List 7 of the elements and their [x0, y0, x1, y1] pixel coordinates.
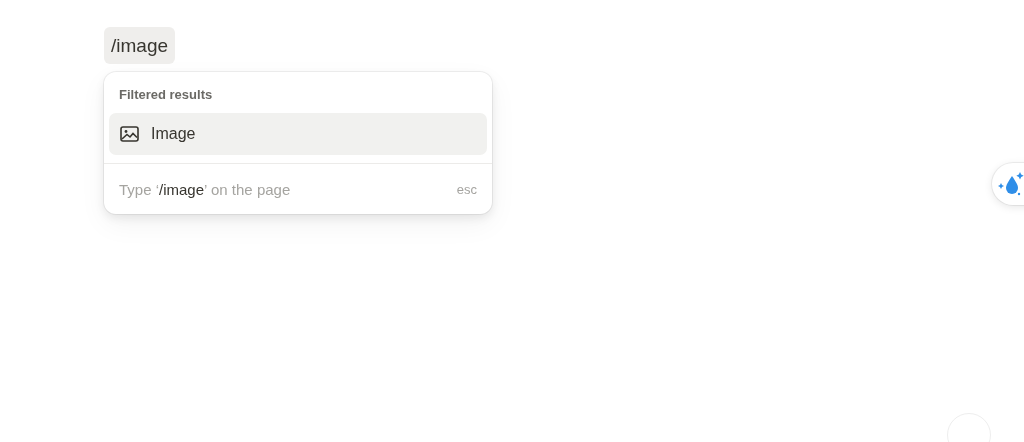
- shortcut-text: esc: [456, 181, 477, 199]
- menu-header: Filtered results: [118, 86, 214, 104]
- menu-item[interactable]: Image: [109, 112, 487, 155]
- command-text: /image: [104, 27, 176, 64]
- image-icon: [120, 125, 139, 142]
- hint-text: Type ‘/image’ on the page: [119, 179, 291, 200]
- sparkle-drop-icon: [998, 171, 1024, 197]
